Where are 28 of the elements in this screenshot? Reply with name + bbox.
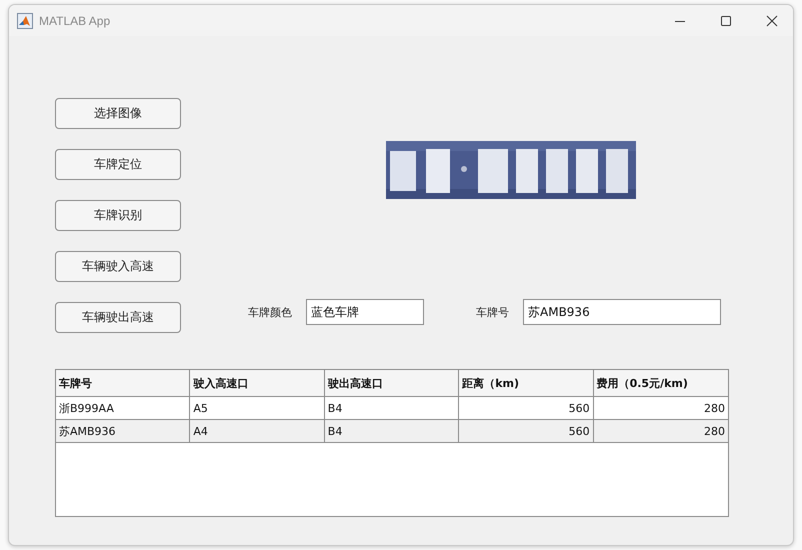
close-icon[interactable]: [766, 14, 778, 26]
action-button[interactable]: 车辆驶出高速: [55, 302, 181, 333]
table-cell: A5: [190, 397, 325, 419]
column-header: 费用（0.5元/km): [596, 376, 689, 392]
text-field[interactable]: 蓝色车牌: [306, 299, 424, 325]
column-header: 驶入高速口: [190, 370, 325, 396]
table-cell: B4: [324, 420, 460, 442]
table-cell: B4: [324, 397, 460, 419]
text-field[interactable]: 苏AMB936: [523, 299, 721, 325]
table-cell: 浙B999AA: [56, 397, 190, 419]
column-header: 距离（km): [459, 370, 594, 396]
field-label: 车牌颜色: [248, 304, 292, 320]
window-title: MATLAB App: [39, 14, 110, 28]
table-cell: 苏AMB936: [56, 420, 190, 442]
app-icon: [17, 12, 33, 28]
table-cell-text: 280: [702, 400, 726, 416]
table-cell: 560: [459, 420, 594, 442]
table-cell-text: 280: [702, 424, 726, 440]
action-button[interactable]: 选择图像: [55, 98, 181, 129]
action-button[interactable]: 车辆驶入高速: [55, 251, 181, 282]
table-cell: 560: [459, 397, 594, 419]
column-header: 车牌号: [56, 370, 190, 396]
action-button[interactable]: 车牌识别: [55, 200, 181, 231]
field-label: 车牌号: [476, 304, 509, 320]
maximize-icon[interactable]: [720, 14, 732, 26]
table-cell: A4: [190, 420, 325, 442]
column-header: 驶出高速口: [324, 370, 460, 396]
action-button[interactable]: 车牌定位: [55, 149, 181, 180]
